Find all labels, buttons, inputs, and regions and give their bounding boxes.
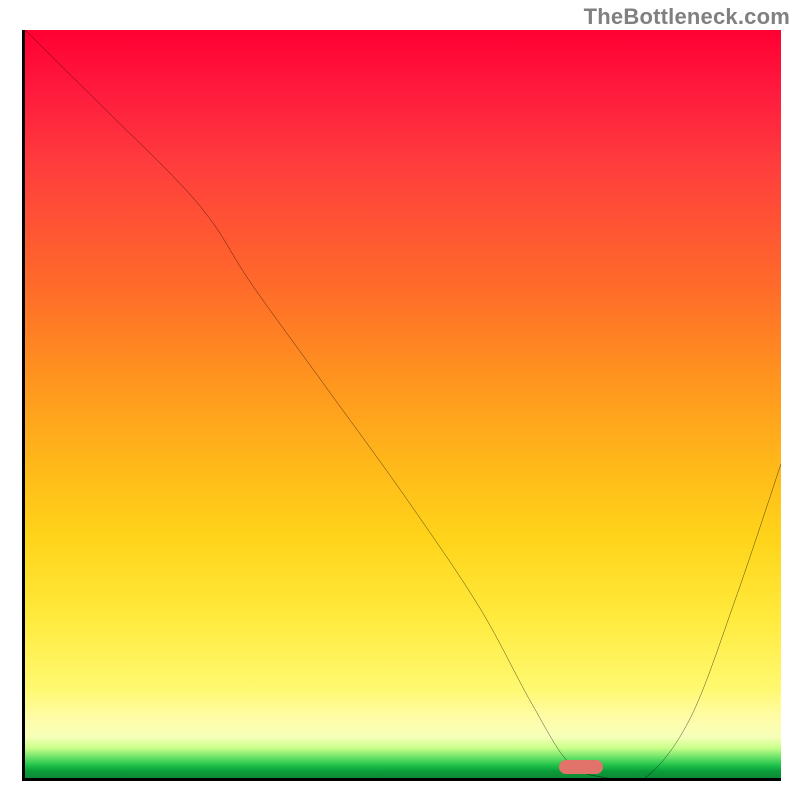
watermark-text: TheBottleneck.com	[584, 4, 790, 30]
bottleneck-curve	[25, 30, 781, 778]
optimal-range-marker	[559, 760, 603, 774]
plot-area	[22, 30, 781, 781]
chart-stage: TheBottleneck.com	[0, 0, 800, 800]
